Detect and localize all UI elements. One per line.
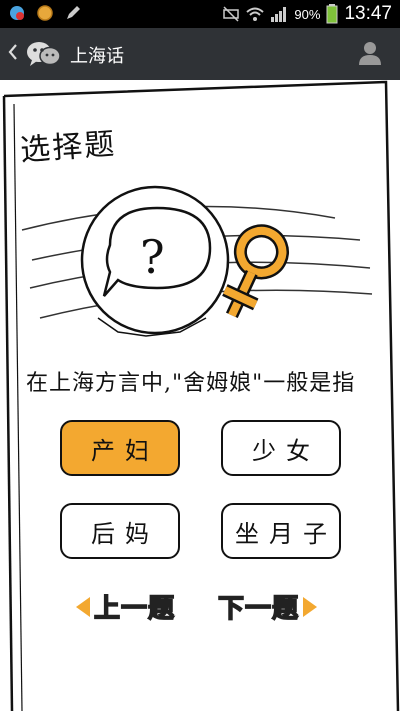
signal-icon [271,7,287,22]
option-button-1[interactable]: 产妇 [60,420,180,476]
quiz-content: ? 选择题 在上海方言中,"舍姆娘"一般是指 产妇 少女 后妈 坐月子 上一题 … [0,80,400,711]
question-bubble-illustration: ? [80,185,230,337]
option-button-2[interactable]: 少女 [221,420,341,476]
battery-percent: 90% [294,6,321,22]
next-question-label: 下一题 [217,593,300,625]
status-bar: 90% 13:47 [0,0,400,28]
profile-button[interactable] [358,40,382,70]
app-bar: 上海话 [0,28,400,80]
mute-icon [223,6,240,22]
battery-icon [326,4,338,24]
page-title: 上海话 [70,46,124,67]
app-notification-icon [10,6,24,20]
next-question-button[interactable]: 下一题 [217,588,318,625]
previous-question-label: 上一题 [93,593,176,625]
previous-question-button[interactable]: 上一题 [76,588,175,625]
wifi-icon [246,7,265,21]
notification-icons [8,4,82,22]
arrow-right-icon [303,596,318,617]
person-icon [359,42,381,65]
clock: 13:47 [344,3,392,24]
quiz-heading: 选择题 [19,126,118,169]
option-button-4[interactable]: 坐月子 [221,503,341,559]
back-button[interactable] [8,42,18,66]
question-text: 在上海方言中,"舍姆娘"一般是指 [26,371,356,396]
coin-icon [37,5,53,21]
pen-icon [67,6,80,19]
option-button-3[interactable]: 后妈 [60,503,180,559]
chat-bubbles-icon [26,40,62,72]
question-mark-glyph: ? [140,230,165,284]
chevron-left-icon [8,44,17,60]
arrow-left-icon [76,596,90,617]
